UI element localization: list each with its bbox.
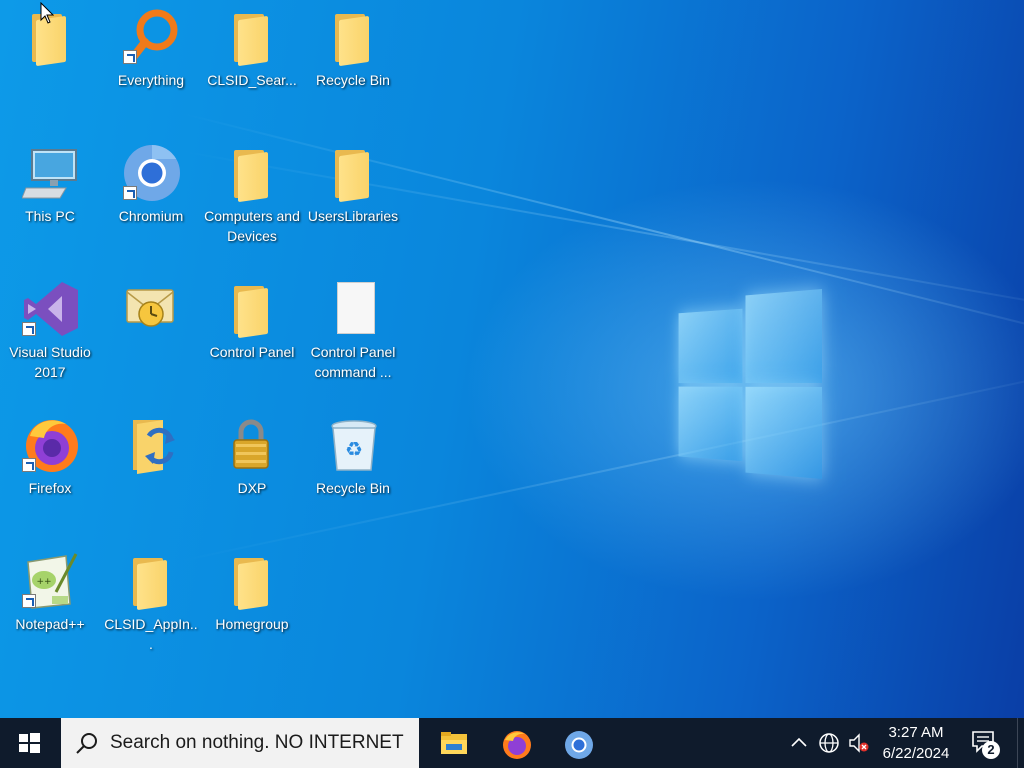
taskbar-clock[interactable]: 3:27 AM 6/22/2024 xyxy=(872,722,960,764)
desktop-icon-label: Recycle Bin xyxy=(316,480,390,496)
desktop-icon-sync-folder[interactable] xyxy=(103,408,199,536)
shortcut-arrow-icon xyxy=(22,458,36,472)
svg-text:♻: ♻ xyxy=(345,437,363,461)
desktop-icon-label: CLSID_Sear... xyxy=(207,72,297,88)
windows-start-icon xyxy=(19,733,40,753)
action-center-button[interactable]: 2 xyxy=(964,718,1014,768)
taskbar-file-explorer[interactable] xyxy=(426,718,482,768)
folder-icon xyxy=(224,8,282,67)
desktop-icon-clsid-search[interactable]: CLSID_Sear... xyxy=(204,0,300,128)
desktop-icon-control-panel-command[interactable]: Control Panel command ... xyxy=(305,272,401,400)
desktop-icon-label: This PC xyxy=(25,208,75,224)
computer-icon xyxy=(21,144,80,202)
taskbar-chromium[interactable] xyxy=(550,718,606,768)
search-placeholder: Search on nothing. NO INTERNET xyxy=(110,732,404,753)
desktop-icon-firefox[interactable]: Firefox xyxy=(2,408,98,536)
shortcut-arrow-icon xyxy=(22,594,36,608)
desktop-icon-label: Control Panel command ... xyxy=(310,344,396,380)
desktop-icon-label: Control Panel xyxy=(209,344,295,360)
taskbar: Search on nothing. NO INTERNET 3:27 AM 6… xyxy=(0,718,1024,768)
desktop-icon-everything[interactable]: Everything xyxy=(103,0,199,128)
desktop-icon-label: DXP xyxy=(237,480,267,496)
shortcut-arrow-icon xyxy=(123,50,137,64)
folder-sync-icon xyxy=(123,416,181,474)
start-button[interactable] xyxy=(0,718,58,768)
desktop-icon-label: UsersLibraries xyxy=(307,208,399,224)
desktop-icon-users-libraries[interactable]: UsersLibraries xyxy=(305,136,401,264)
folder-icon xyxy=(325,144,383,203)
desktop-icon-label: Notepad++ xyxy=(15,616,85,632)
desktop-icon-clsid-appin[interactable]: CLSID_AppIn... xyxy=(103,544,199,672)
desktop-icon-notepad-plus-plus[interactable]: ++ Notepad++ xyxy=(2,544,98,672)
desktop-icon-label: Everything xyxy=(117,72,185,88)
recycle-bin-icon: ♻ xyxy=(325,416,383,474)
show-desktop-button[interactable] xyxy=(1017,718,1024,768)
firefox-icon xyxy=(503,731,531,759)
desktop-icon-label: Computers and Devices xyxy=(204,208,300,244)
desktop-icon-recycle-bin[interactable]: ♻ Recycle Bin xyxy=(305,408,401,536)
desktop-icon-label: Recycle Bin xyxy=(316,72,390,88)
desktop-icon-homegroup[interactable]: Homegroup xyxy=(204,544,300,672)
desktop-icon-label: Homegroup xyxy=(215,616,289,632)
desktop-icon-control-panel-folder[interactable]: Control Panel xyxy=(204,272,300,400)
taskbar-firefox[interactable] xyxy=(488,718,544,768)
folder-icon xyxy=(123,552,181,611)
desktop-icon-scheduled-tasks[interactable] xyxy=(103,272,199,400)
desktop-icon-dxp[interactable]: DXP xyxy=(204,408,300,536)
blank-file-icon xyxy=(325,280,383,338)
desktop-background[interactable]: Everything CLSID_Sear... Recycle Bin Thi… xyxy=(0,0,1024,718)
desktop-icon-recycle-bin-folder[interactable]: Recycle Bin xyxy=(305,0,401,128)
show-hidden-icons-chevron-up-icon[interactable] xyxy=(786,730,812,756)
desktop-icon-computers-and-devices[interactable]: Computers and Devices xyxy=(204,136,300,264)
desktop-icon-label: Firefox xyxy=(28,480,72,496)
network-globe-icon[interactable] xyxy=(816,730,842,756)
search-icon xyxy=(76,733,97,754)
desktop-icon-label: Visual Studio 2017 xyxy=(9,344,91,380)
folder-icon xyxy=(224,144,282,203)
clock-date: 6/22/2024 xyxy=(882,745,950,762)
shortcut-arrow-icon xyxy=(123,186,137,200)
folder-icon xyxy=(224,552,282,611)
notification-count-badge: 2 xyxy=(987,742,995,757)
shortcut-arrow-icon xyxy=(22,322,36,336)
mouse-cursor-icon xyxy=(40,1,55,29)
windows-logo-wallpaper xyxy=(678,289,822,479)
desktop-icon-label: CLSID_AppIn... xyxy=(104,616,198,652)
padlock-icon xyxy=(224,416,282,474)
folder-icon xyxy=(325,8,383,67)
chromium-icon xyxy=(565,731,593,759)
clock-time: 3:27 AM xyxy=(888,724,944,741)
folder-icon xyxy=(224,280,282,339)
taskbar-search-box[interactable]: Search on nothing. NO INTERNET xyxy=(61,718,419,768)
file-explorer-icon xyxy=(441,732,467,754)
desktop-icon-this-pc[interactable]: This PC xyxy=(2,136,98,264)
desktop-icon-label: Chromium xyxy=(118,208,184,224)
desktop-icon-visual-studio[interactable]: Visual Studio 2017 xyxy=(2,272,98,400)
envelope-clock-icon xyxy=(123,280,181,338)
desktop-icon-chromium[interactable]: Chromium xyxy=(103,136,199,264)
svg-text:++: ++ xyxy=(36,577,51,587)
volume-muted-icon[interactable] xyxy=(846,730,872,756)
